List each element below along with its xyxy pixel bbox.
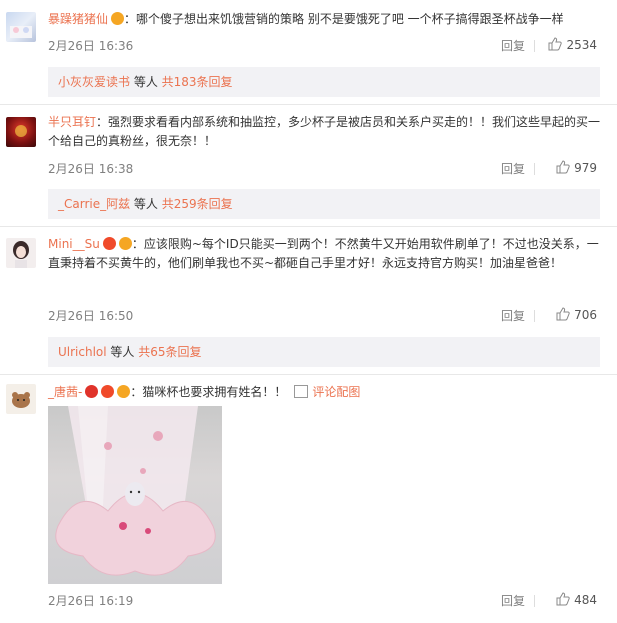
thumbs-up-icon bbox=[556, 592, 570, 606]
comment-feed: 暴躁猪猪仙 ：哪个傻子想出来饥饿营销的策略 别不是要饿死了吧 一个杯子搞得跟圣杯战… bbox=[0, 0, 617, 623]
picture-icon bbox=[294, 385, 309, 398]
like-count: 484 bbox=[574, 593, 597, 607]
reply-summary[interactable]: _Carrie_阿兹 等人 共259条回复 bbox=[48, 189, 600, 219]
thumbs-up-icon bbox=[556, 160, 570, 174]
like-button[interactable]: 484 bbox=[556, 592, 597, 607]
cat-cup-photo bbox=[55, 406, 216, 576]
comment-date: 2月26日 16:50 bbox=[48, 309, 134, 323]
comment-username[interactable]: _唐茜- bbox=[48, 385, 82, 399]
reply-count-link[interactable]: 共183条回复 bbox=[162, 75, 233, 89]
comment-body: 暴躁猪猪仙 ：哪个傻子想出来饥饿营销的策略 别不是要饿死了吧 一个杯子搞得跟圣杯战… bbox=[48, 10, 607, 29]
reply-middle-text: 等人 bbox=[130, 75, 162, 89]
reply-button[interactable]: 回复 bbox=[501, 160, 525, 177]
cropped-header bbox=[0, 0, 617, 4]
avatar[interactable] bbox=[6, 12, 36, 42]
comment-body: _唐茜- ：猫咪杯也要求拥有姓名！！ 评论配图 bbox=[48, 383, 607, 402]
comment-meta: 2月26日 16:36 回复 2534 bbox=[48, 37, 597, 55]
divider bbox=[0, 104, 617, 105]
reply-button[interactable]: 回复 bbox=[501, 307, 525, 324]
divider bbox=[0, 374, 617, 375]
thumbs-up-icon bbox=[548, 37, 563, 51]
reply-count-link[interactable]: 共259条回复 bbox=[162, 197, 233, 211]
comment-meta: 2月26日 16:19 回复 484 bbox=[48, 592, 597, 610]
comment-image[interactable] bbox=[48, 406, 222, 584]
reply-username[interactable]: 小灰灰爱读书 bbox=[58, 75, 130, 89]
comment-date: 2月26日 16:38 bbox=[48, 162, 134, 176]
like-count: 2534 bbox=[566, 38, 597, 52]
avatar[interactable] bbox=[6, 238, 36, 268]
avatar-image bbox=[13, 241, 29, 268]
reply-count-link[interactable]: 共65条回复 bbox=[138, 345, 201, 359]
avatar[interactable] bbox=[6, 384, 36, 414]
level-badge-icon bbox=[118, 237, 132, 250]
reply-middle-text: 等人 bbox=[106, 345, 139, 359]
avatar-image bbox=[10, 26, 32, 38]
avatar-image bbox=[15, 125, 27, 137]
comment-picture-link[interactable]: 评论配图 bbox=[312, 385, 360, 399]
reply-summary[interactable]: Ulrichlol 等人 共65条回复 bbox=[48, 337, 600, 367]
comment-meta: 2月26日 16:50 回复 706 bbox=[48, 307, 597, 325]
comment-date: 2月26日 16:36 bbox=[48, 39, 134, 53]
like-button[interactable]: 979 bbox=[556, 160, 597, 175]
comment-username[interactable]: Mini__Su bbox=[48, 237, 100, 251]
meta-divider bbox=[534, 40, 535, 52]
meta-divider bbox=[534, 163, 535, 175]
comment-text: ：猫咪杯也要求拥有姓名！！ bbox=[130, 385, 287, 399]
like-button[interactable]: 2534 bbox=[548, 37, 597, 52]
avatar[interactable] bbox=[6, 117, 36, 147]
like-count: 979 bbox=[574, 161, 597, 175]
vip-badge-icon bbox=[111, 12, 125, 25]
reply-username[interactable]: Ulrichlol bbox=[58, 345, 107, 359]
comment-date: 2月26日 16:19 bbox=[48, 594, 134, 608]
vip-badge-icon bbox=[101, 385, 115, 398]
level-badge-icon bbox=[117, 385, 131, 398]
reply-button[interactable]: 回复 bbox=[501, 37, 525, 54]
star-badge-icon bbox=[85, 385, 99, 398]
comment-meta: 2月26日 16:38 回复 979 bbox=[48, 160, 597, 178]
vip-badge-icon bbox=[102, 237, 116, 250]
thumbs-up-icon bbox=[556, 307, 570, 321]
reply-middle-text: 等人 bbox=[130, 197, 162, 211]
like-count: 706 bbox=[574, 308, 597, 322]
comment-body: Mini__Su ：应该限购~每个ID只能买一到两个！不然黄牛又开始用软件刷单了！… bbox=[48, 235, 607, 273]
comment-body: 半只耳钉：强烈要求看看内部系统和抽监控，多少杯子是被店员和关系户买走的！！我们这… bbox=[48, 113, 607, 151]
comment-text: ：哪个傻子想出来饥饿营销的策略 别不是要饿死了吧 一个杯子搞得跟圣杯战争一样 bbox=[124, 12, 564, 26]
like-button[interactable]: 706 bbox=[556, 307, 597, 322]
comment-username[interactable]: 半只耳钉 bbox=[48, 115, 96, 129]
comment-text: ：强烈要求看看内部系统和抽监控，多少杯子是被店员和关系户买走的！！我们这些早起的… bbox=[48, 115, 601, 148]
reply-username[interactable]: _Carrie_阿兹 bbox=[58, 197, 130, 211]
comment-username[interactable]: 暴躁猪猪仙 bbox=[48, 12, 108, 26]
meta-divider bbox=[534, 310, 535, 322]
meta-divider bbox=[534, 595, 535, 607]
reply-button[interactable]: 回复 bbox=[501, 592, 525, 609]
reply-summary[interactable]: 小灰灰爱读书 等人 共183条回复 bbox=[48, 67, 600, 97]
divider bbox=[0, 226, 617, 227]
avatar-image bbox=[12, 392, 30, 408]
